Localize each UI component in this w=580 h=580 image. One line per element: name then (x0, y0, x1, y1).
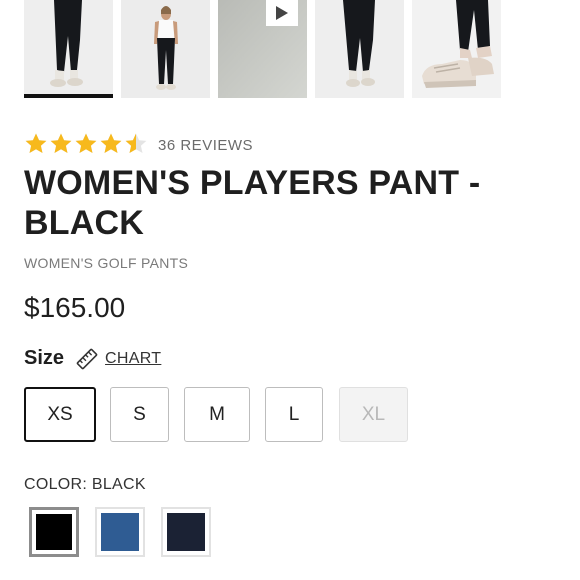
ruler-icon[interactable] (76, 348, 98, 370)
star-icon (100, 133, 122, 153)
shoe-detail-image (412, 0, 501, 98)
size-option-xl: XL (339, 387, 408, 442)
size-option-m[interactable]: M (184, 387, 250, 442)
color-swatch-navy[interactable] (161, 507, 211, 557)
star-icon (25, 133, 47, 153)
model-full-body-image (121, 0, 210, 98)
pants-side-image (315, 0, 404, 98)
thumbnail-gallery (24, 0, 501, 98)
size-header: Size CHART (24, 347, 161, 370)
size-label: Size (24, 347, 65, 369)
product-page: 36 REVIEWS WOMEN'S PLAYERS PANT - BLACK … (0, 0, 580, 580)
color-label: COLOR: BLACK (24, 476, 146, 493)
product-category: WOMEN'S GOLF PANTS (24, 255, 189, 271)
star-rating (24, 132, 148, 156)
size-option-l[interactable]: L (265, 387, 323, 442)
size-chart-link[interactable]: CHART (105, 350, 161, 368)
thumbnail-5[interactable] (412, 0, 501, 98)
size-option-s[interactable]: S (110, 387, 169, 442)
thumbnail-1[interactable] (24, 0, 113, 98)
star-icon (50, 133, 72, 153)
play-video-button[interactable] (266, 0, 298, 26)
color-swatch-blue[interactable] (95, 507, 145, 557)
product-price: $165.00 (24, 292, 126, 323)
play-icon (276, 6, 288, 20)
star-icon (125, 133, 147, 153)
rating-summary[interactable]: 36 REVIEWS (24, 132, 253, 156)
reviews-count[interactable]: 36 REVIEWS (158, 137, 253, 154)
thumbnail-video[interactable] (218, 0, 307, 98)
product-title: WOMEN'S PLAYERS PANT - BLACK (24, 164, 481, 242)
star-icon (75, 133, 97, 153)
size-option-xs[interactable]: XS (24, 387, 96, 442)
thumbnail-2[interactable] (121, 0, 210, 98)
thumbnail-4[interactable] (315, 0, 404, 98)
color-swatch-black[interactable] (29, 507, 79, 557)
pants-front-image (24, 0, 113, 98)
